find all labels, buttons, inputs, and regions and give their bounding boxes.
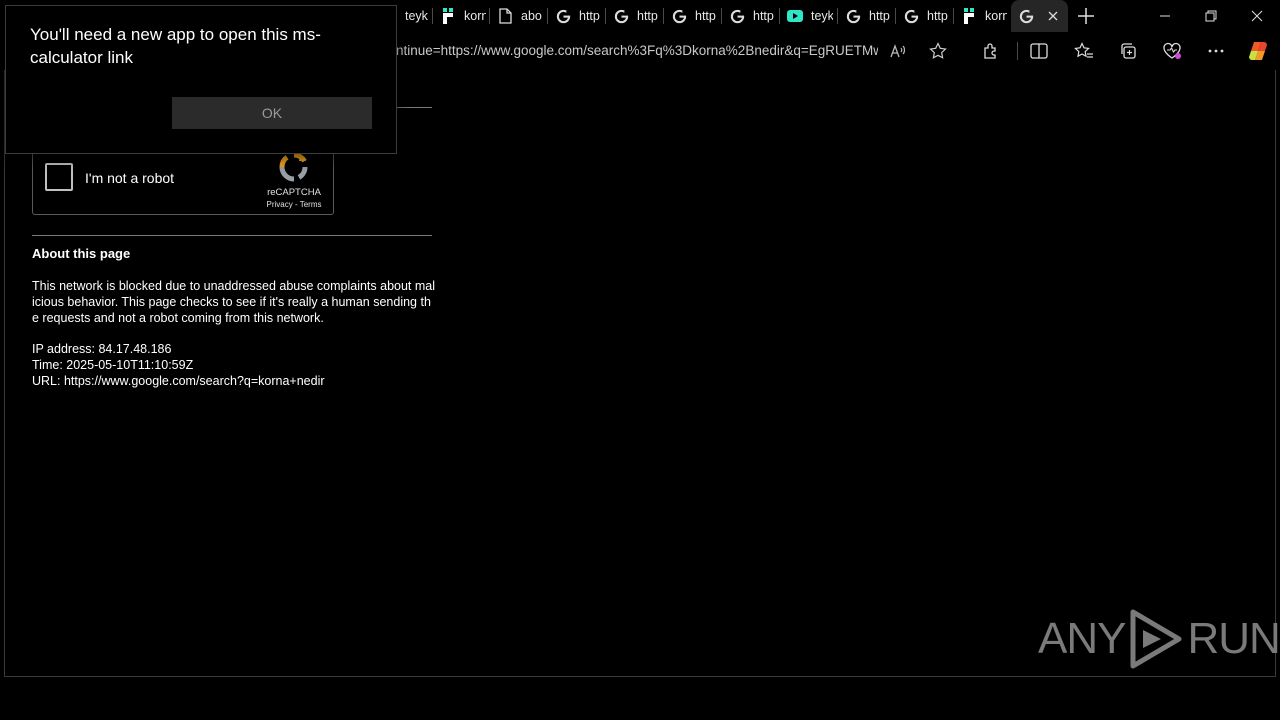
tab[interactable]: http	[722, 0, 779, 32]
tab-title: teyk	[405, 9, 428, 23]
tab[interactable]: http	[896, 0, 953, 32]
favorites-icon[interactable]	[1074, 41, 1094, 61]
open-app-dialog: You'll need a new app to open this ms-ca…	[5, 5, 397, 154]
dialog-message: You'll need a new app to open this ms-ca…	[30, 25, 321, 67]
play-logo-icon	[1130, 609, 1182, 669]
extensions-icon[interactable]	[981, 41, 1001, 61]
google-icon	[1018, 8, 1034, 24]
anyrun-watermark: ANY RUN	[1038, 606, 1280, 672]
about-title: About this page	[32, 246, 131, 261]
tab-title: korn	[985, 9, 1007, 23]
tab[interactable]: http	[606, 0, 663, 32]
recaptcha-label: I'm not a robot	[85, 170, 175, 186]
page-url: URL: https://www.google.com/search?q=kor…	[32, 374, 325, 388]
tab-title: http	[695, 9, 716, 23]
ip-address: IP address: 84.17.48.186	[32, 342, 172, 356]
k-logo-icon	[440, 8, 456, 24]
google-icon	[845, 8, 861, 24]
tab-title: http	[579, 9, 600, 23]
copilot-icon[interactable]	[1246, 39, 1270, 63]
tab[interactable]: abo	[490, 0, 546, 32]
tab-active[interactable]	[1011, 0, 1068, 32]
about-body: This network is blocked due to unaddress…	[32, 279, 436, 325]
tab[interactable]: teyk	[398, 0, 432, 32]
close-icon[interactable]	[1234, 0, 1280, 32]
address-bar-url[interactable]: ntinue=https://www.google.com/search%3Fq…	[396, 43, 878, 58]
youtube-icon	[787, 8, 803, 24]
tab[interactable]: korn	[433, 0, 489, 32]
tab[interactable]: http	[838, 0, 895, 32]
minimize-icon[interactable]	[1142, 0, 1188, 32]
google-icon	[903, 8, 919, 24]
restore-icon[interactable]	[1188, 0, 1234, 32]
recaptcha-privacy-terms[interactable]: Privacy - Terms	[259, 200, 329, 209]
tab-title: http	[753, 9, 774, 23]
recaptcha-logo-icon	[278, 151, 310, 183]
read-aloud-icon[interactable]	[888, 41, 908, 61]
new-tab-icon[interactable]	[1075, 5, 1097, 27]
google-icon	[671, 8, 687, 24]
timestamp: Time: 2025-05-10T11:10:59Z	[32, 358, 194, 372]
tab-title: korn	[464, 9, 486, 23]
google-icon	[555, 8, 571, 24]
tab-title: http	[637, 9, 658, 23]
tab-title: http	[869, 9, 890, 23]
tab[interactable]: teyk	[780, 0, 837, 32]
bottom-strip	[0, 678, 1280, 720]
tab-title: http	[927, 9, 948, 23]
tab[interactable]: korn	[954, 0, 1010, 32]
watermark-right: RUN	[1187, 614, 1280, 663]
tab[interactable]: http	[664, 0, 721, 32]
document-icon	[497, 8, 513, 24]
k-logo-icon	[961, 8, 977, 24]
browser-essentials-icon[interactable]	[1162, 41, 1182, 61]
recaptcha-checkbox[interactable]	[45, 163, 73, 191]
tab-title: abo	[521, 9, 542, 23]
collections-icon[interactable]	[1118, 41, 1138, 61]
google-icon	[613, 8, 629, 24]
tab[interactable]: http	[548, 0, 605, 32]
google-icon	[729, 8, 745, 24]
split-screen-icon[interactable]	[1029, 41, 1049, 61]
favorite-star-icon[interactable]	[928, 41, 948, 61]
watermark-left: ANY	[1038, 614, 1126, 663]
tab-close-icon[interactable]	[1045, 8, 1061, 24]
ok-button[interactable]: OK	[172, 97, 372, 129]
divider	[32, 235, 432, 236]
recaptcha-brand: reCAPTCHA	[267, 187, 321, 198]
more-options-icon[interactable]	[1206, 41, 1226, 61]
tab-title: teyk	[811, 9, 833, 23]
